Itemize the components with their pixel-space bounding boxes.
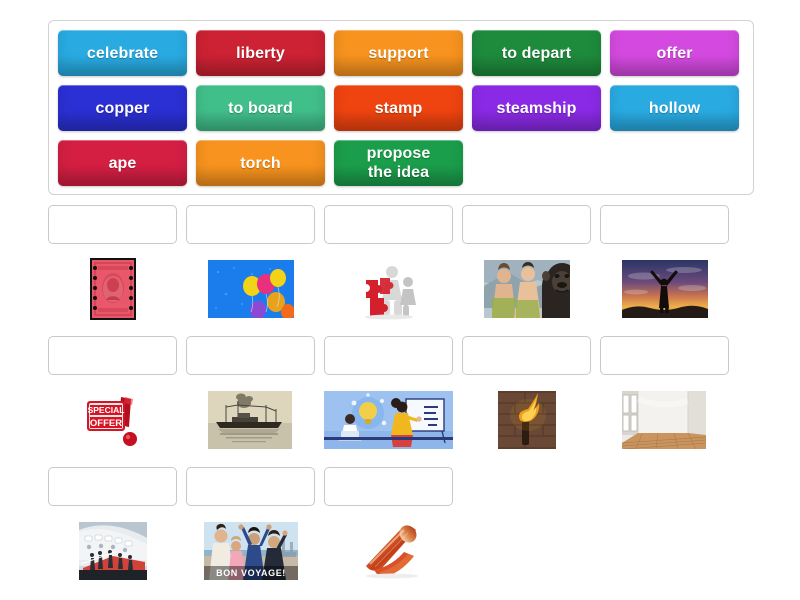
answer-cell-ape [462,205,591,323]
word-tile-label: torch [240,154,281,172]
answer-area: SPECIAL OFFER BON VOYAGE! [48,205,754,598]
word-tile-label: hollow [648,99,701,117]
burning-torch-on-brick-wall-image [497,391,556,449]
word-tile-support[interactable]: support [334,30,463,76]
word-tile-label: offer [656,44,693,62]
word-tile-label: ape [108,154,137,172]
word-tile-label: steamship [496,99,577,117]
word-tile-label: to depart [501,44,572,62]
thumb-wrap [48,517,177,585]
word-bank-row: ape torch propose the idea [58,140,753,186]
answer-cell-balloons [186,205,315,323]
word-bank-panel: celebrate liberty support to depart offe… [48,20,754,195]
answer-row: SPECIAL OFFER [48,336,754,454]
thumb-wrap [48,255,177,323]
dropzone-10[interactable] [600,336,729,375]
word-tile-label: liberty [236,44,285,62]
thumb-wrap [186,255,315,323]
word-tile-offer[interactable]: offer [610,30,739,76]
answer-cell-copper [324,467,453,585]
special-offer-line2: OFFER [89,418,121,429]
dropzone-11[interactable] [48,467,177,506]
men-with-gorilla-ape-image [483,260,570,318]
word-tile-to-board[interactable]: to board [196,85,325,131]
bon-voyage-caption: BON VOYAGE! [216,568,286,578]
thumb-wrap: SPECIAL OFFER [48,386,177,454]
copper-foil-sheet-roll-image [347,522,430,580]
vintage-steamship-sepia-image [207,391,294,449]
thumb-wrap [600,386,729,454]
thumb-wrap [324,386,453,454]
word-tile-label: propose the idea [366,145,431,181]
dropzone-12[interactable] [186,467,315,506]
figures-with-red-puzzle-piece-image [357,258,420,320]
word-tile-propose-the-idea[interactable]: propose the idea [334,140,463,186]
word-tile-liberty[interactable]: liberty [196,30,325,76]
special-offer-line1: SPECIAL [87,405,124,415]
answer-cell-hollow [600,336,729,454]
word-tile-celebrate[interactable]: celebrate [58,30,187,76]
dropzone-7[interactable] [186,336,315,375]
thumb-wrap [186,386,315,454]
thumb-wrap [324,255,453,323]
answer-cell-propose-idea [324,336,453,454]
thumb-wrap [462,255,591,323]
answer-cell-celebrate [600,205,729,323]
word-tile-hollow[interactable]: hollow [610,85,739,131]
answer-row [48,205,754,323]
word-tile-steamship[interactable]: steamship [472,85,601,131]
word-tile-label: copper [95,99,150,117]
word-tile-label: celebrate [86,44,159,62]
passengers-boarding-ship-image [78,522,147,580]
answer-cell-to-depart: BON VOYAGE! [186,467,315,585]
dropzone-1[interactable] [48,205,177,244]
word-tile-copper[interactable]: copper [58,85,187,131]
thumb-wrap [324,517,453,585]
red-postage-stamp-washington-image [89,258,136,320]
empty-room-wooden-floor-image [621,391,708,449]
dropzone-3[interactable] [324,205,453,244]
word-tile-torch[interactable]: torch [196,140,325,186]
thumb-wrap [462,386,591,454]
answer-cell-torch [462,336,591,454]
people-presenting-idea-lightbulb-image [324,391,453,449]
silhouette-arms-raised-sunset-image [621,260,708,318]
answer-cell-support [324,205,453,323]
dropzone-9[interactable] [462,336,591,375]
word-tile-label: to board [228,99,293,117]
thumb-wrap: BON VOYAGE! [186,517,315,585]
word-bank-row: celebrate liberty support to depart offe… [58,30,753,76]
answer-row: BON VOYAGE! [48,467,754,585]
special-offer-badge-image: SPECIAL OFFER [80,391,145,449]
answer-cell-to-board [48,467,177,585]
word-tile-label: stamp [374,99,423,117]
word-tile-label: support [368,44,429,62]
thumb-wrap [600,255,729,323]
answer-cell-offer: SPECIAL OFFER [48,336,177,454]
dropzone-2[interactable] [186,205,315,244]
word-tile-to-depart[interactable]: to depart [472,30,601,76]
word-tile-stamp[interactable]: stamp [334,85,463,131]
answer-cell-stamp [48,205,177,323]
dropzone-4[interactable] [462,205,591,244]
dropzone-8[interactable] [324,336,453,375]
word-tile-ape[interactable]: ape [58,140,187,186]
dropzone-5[interactable] [600,205,729,244]
word-bank-row: copper to board stamp steamship hollow [58,85,753,131]
answer-cell-steamship [186,336,315,454]
dropzone-13[interactable] [324,467,453,506]
bon-voyage-waving-goodbye-image: BON VOYAGE! [203,522,298,580]
dropzone-6[interactable] [48,336,177,375]
balloons-in-blue-sky-image [207,260,294,318]
